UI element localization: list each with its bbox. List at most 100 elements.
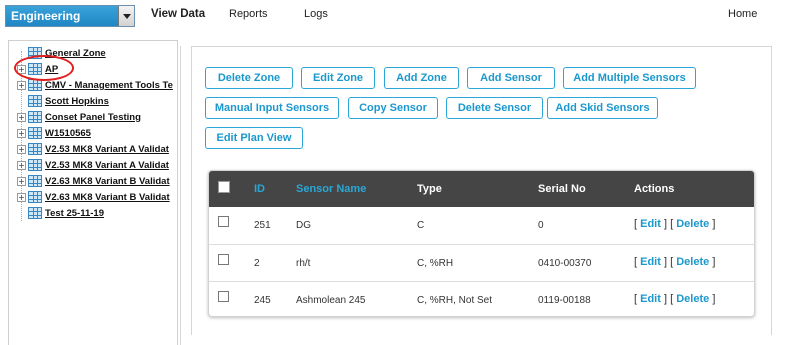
nav-logs[interactable]: Logs [304,8,328,20]
bracket: [ [634,293,638,305]
tree-item-label[interactable]: V2.63 MK8 Variant B Validat [45,192,170,203]
zone-tree: General Zone + AP + CMV - Management Too… [8,40,178,345]
cell-id: 245 [254,295,271,306]
highlight-circle-annotation [14,55,74,81]
bracket: [ [670,256,674,268]
expand-icon[interactable]: + [17,144,26,154]
bracket: ] [712,293,716,305]
table-row: 245 Ashmolean 245 C, %RH, Not Set 0119-0… [209,281,754,316]
sensor-table: ID Sensor Name Type Serial No Actions 25… [208,170,755,317]
tree-item[interactable]: + Conset Panel Testing [17,109,141,125]
expand-icon[interactable]: + [17,112,26,122]
expand-icon[interactable]: + [17,80,26,90]
tree-item-label[interactable]: Scott Hopkins [45,96,109,107]
bracket: [ [670,293,674,305]
chevron-down-icon[interactable] [118,6,134,26]
zone-grid-icon [28,111,42,123]
cell-sensor-name: DG [296,220,311,231]
row-checkbox[interactable] [218,254,229,265]
row-actions: [ Edit ] [ Delete ] [634,256,715,268]
select-all-checkbox[interactable] [218,181,230,193]
tree-item[interactable]: Test 25-11-19 [17,205,104,221]
expand-icon[interactable]: + [17,128,26,138]
tree-item-label[interactable]: V2.63 MK8 Variant B Validat [45,176,170,187]
department-select[interactable]: Engineering [5,5,135,27]
row-checkbox[interactable] [218,216,229,227]
add-multiple-sensors-button[interactable]: Add Multiple Sensors [563,67,696,89]
cell-id: 2 [254,258,260,269]
top-bar: Engineering View Data Reports Logs Home [0,0,794,32]
zone-grid-icon [28,207,42,219]
cell-type: C, %RH, Not Set [417,295,493,306]
tree-item[interactable]: Scott Hopkins [17,93,109,109]
zone-grid-icon [28,143,42,155]
bracket: [ [670,218,674,230]
tree-item[interactable]: + V2.53 MK8 Variant A Validat [17,157,169,173]
edit-plan-view-button[interactable]: Edit Plan View [205,127,303,149]
row-checkbox[interactable] [218,291,229,302]
nav-reports[interactable]: Reports [229,8,268,20]
delete-link[interactable]: Delete [676,218,709,230]
delete-link[interactable]: Delete [676,256,709,268]
copy-sensor-button[interactable]: Copy Sensor [348,97,438,119]
expand-icon[interactable]: + [17,192,26,202]
cell-sensor-name: Ashmolean 245 [296,295,366,306]
bracket: ] [712,256,716,268]
column-header-actions: Actions [634,183,675,195]
tree-item-label[interactable]: V2.53 MK8 Variant A Validat [45,144,169,155]
expand-icon[interactable]: + [17,160,26,170]
manual-input-sensors-button[interactable]: Manual Input Sensors [205,97,339,119]
bracket: [ [634,256,638,268]
zone-grid-icon [28,175,42,187]
tree-item[interactable]: + V2.63 MK8 Variant B Validat [17,189,170,205]
zone-grid-icon [28,95,42,107]
expand-icon[interactable]: + [17,176,26,186]
tree-item-label[interactable]: Test 25-11-19 [45,208,104,219]
cell-type: C, %RH [417,258,454,269]
column-header-sensor-name[interactable]: Sensor Name [296,183,366,195]
cell-serial-no: 0410-00370 [538,258,592,269]
edit-link[interactable]: Edit [640,218,661,230]
zone-grid-icon [28,127,42,139]
row-actions: [ Edit ] [ Delete ] [634,293,715,305]
delete-zone-button[interactable]: Delete Zone [205,67,293,89]
tree-item-label[interactable]: Conset Panel Testing [45,112,141,123]
add-skid-sensors-button[interactable]: Add Skid Sensors [547,97,658,119]
nav-home[interactable]: Home [728,8,757,20]
bracket: [ [634,218,638,230]
bracket: ] [663,293,668,305]
table-row: 2 rh/t C, %RH 0410-00370 [ Edit ] [ Dele… [209,244,754,281]
add-sensor-button[interactable]: Add Sensor [467,67,555,89]
nav-view-data[interactable]: View Data [151,8,205,20]
delete-link[interactable]: Delete [676,293,709,305]
row-actions: [ Edit ] [ Delete ] [634,218,715,230]
tree-item[interactable]: + W1510565 [17,125,91,141]
cell-serial-no: 0119-00188 [538,295,591,306]
bracket: ] [712,218,716,230]
cell-id: 251 [254,220,271,231]
bracket: ] [663,256,668,268]
cell-sensor-name: rh/t [296,258,311,269]
edit-zone-button[interactable]: Edit Zone [301,67,375,89]
tree-item-label[interactable]: CMV - Management Tools Te [45,80,173,91]
edit-link[interactable]: Edit [640,256,661,268]
column-header-id[interactable]: ID [254,183,265,195]
tree-item-label[interactable]: W1510565 [45,128,91,139]
tree-item[interactable]: + V2.53 MK8 Variant A Validat [17,141,169,157]
zone-grid-icon [28,191,42,203]
department-select-value[interactable]: Engineering [6,6,118,26]
tree-item-label[interactable]: V2.53 MK8 Variant A Validat [45,160,169,171]
cell-serial-no: 0 [538,220,544,231]
panel-divider [180,46,181,345]
table-row: 251 DG C 0 [ Edit ] [ Delete ] [209,207,754,244]
column-header-type: Type [417,183,442,195]
bracket: ] [663,218,668,230]
delete-sensor-button[interactable]: Delete Sensor [446,97,543,119]
add-zone-button[interactable]: Add Zone [384,67,459,89]
edit-link[interactable]: Edit [640,293,661,305]
tree-item[interactable]: + V2.63 MK8 Variant B Validat [17,173,170,189]
zone-grid-icon [28,159,42,171]
